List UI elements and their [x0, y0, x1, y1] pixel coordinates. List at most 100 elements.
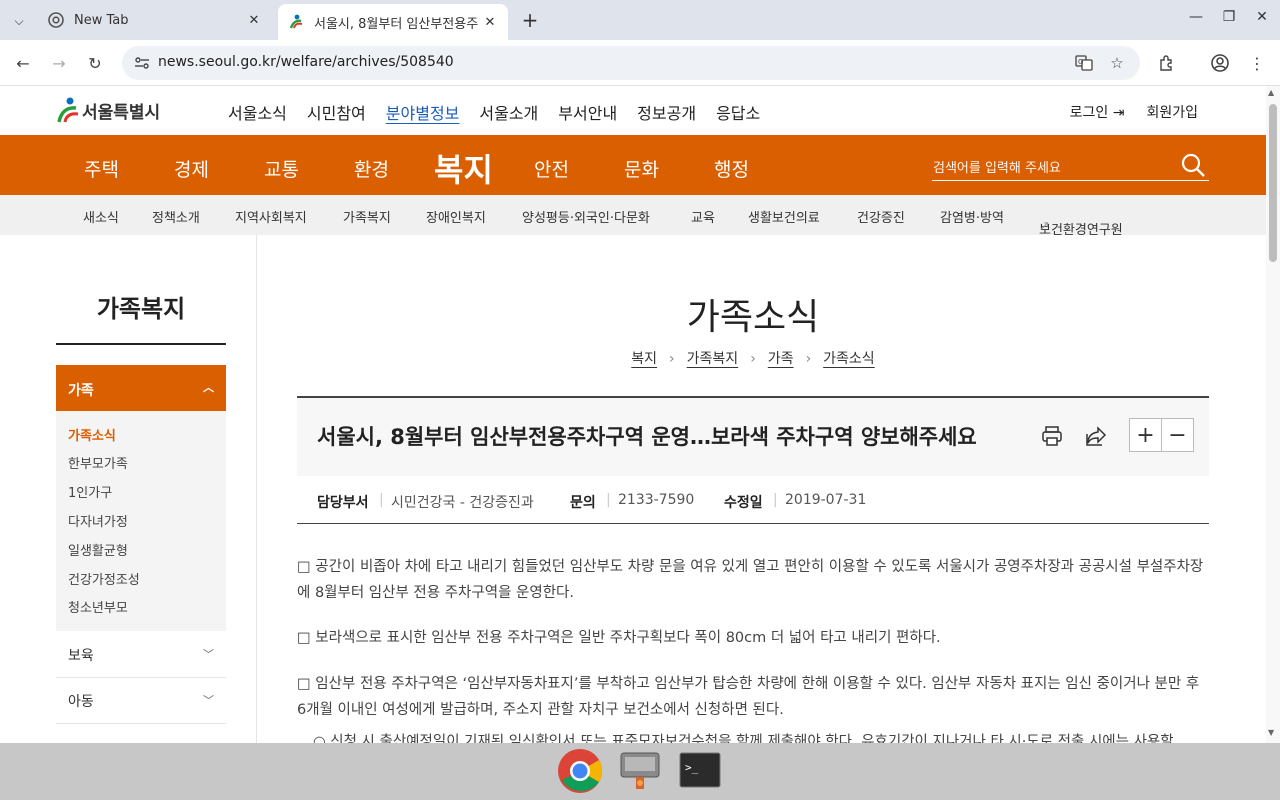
gnb-departments[interactable]: 부서안내 — [558, 100, 617, 124]
print-icon[interactable] — [1038, 422, 1066, 450]
address-bar[interactable]: news.seoul.go.kr/welfare/archives/508540… — [122, 46, 1140, 80]
close-icon[interactable]: ✕ — [246, 13, 262, 28]
site-info-icon[interactable] — [134, 55, 150, 71]
chevron-right-icon: › — [750, 351, 756, 367]
sidebar-item-healthy-family[interactable]: 건강가정조성 — [68, 569, 140, 588]
sidebar-item-work-life[interactable]: 일생활균형 — [68, 540, 128, 559]
close-icon[interactable]: ✕ — [482, 15, 498, 30]
breadcrumb-welfare[interactable]: 복지 — [631, 351, 657, 367]
cat-environment[interactable]: 환경 — [354, 155, 389, 182]
search-input[interactable]: 검색어를 입력해 주세요 — [933, 157, 1061, 176]
breadcrumb: 복지 › 가족복지 › 가족 › 가족소식 — [297, 348, 1209, 368]
browser-tabbar: ⌵ New Tab ✕ 서울시, 8월부터 임산부전용주 ✕ + — ❐ ✕ — [0, 0, 1280, 40]
contact-value: 2133-7590 — [618, 492, 695, 508]
chevron-down-icon: ﹀ — [203, 648, 214, 661]
gnb-citizen[interactable]: 시민참여 — [307, 100, 366, 124]
sidebar-group-label: 아동 — [68, 694, 94, 710]
file-manager-taskbar-icon[interactable] — [616, 747, 664, 795]
join-link[interactable]: 회원가입 — [1146, 102, 1198, 122]
minimize-icon[interactable]: — — [1184, 9, 1208, 31]
subnav-news[interactable]: 새소식 — [83, 207, 119, 226]
reload-icon[interactable]: ↻ — [82, 50, 108, 76]
tab-search-chevron-icon[interactable]: ⌵ — [8, 10, 30, 32]
kebab-menu-icon[interactable]: ⋮ — [1244, 50, 1270, 76]
gnb-about-seoul[interactable]: 서울소개 — [479, 100, 538, 124]
chrome-taskbar-icon[interactable] — [556, 747, 604, 795]
forward-arrow-icon[interactable]: → — [46, 50, 72, 76]
cat-safety[interactable]: 안전 — [534, 155, 569, 182]
subnav-equality[interactable]: 양성평등·외국인·다문화 — [522, 207, 650, 226]
cat-economy[interactable]: 경제 — [174, 155, 209, 182]
window-close-icon[interactable]: ✕ — [1250, 9, 1274, 31]
subnav-community[interactable]: 지역사회복지 — [235, 207, 307, 226]
cat-culture[interactable]: 문화 — [624, 155, 659, 182]
chevron-right-icon: › — [669, 351, 675, 367]
login-link[interactable]: 로그인 ⇥ — [1070, 102, 1125, 122]
sidebar-item-single-parent[interactable]: 한부모가족 — [68, 453, 128, 472]
seoul-logo[interactable]: 서울특별시 — [56, 96, 160, 124]
terminal-taskbar-icon[interactable]: >_ — [676, 747, 724, 795]
bookmark-star-icon[interactable]: ☆ — [1107, 53, 1127, 73]
sidebar-group-label: 가족 — [68, 383, 94, 399]
sidebar-item-family-news[interactable]: 가족소식 — [68, 425, 116, 444]
sidebar-item-single-household[interactable]: 1인가구 — [68, 482, 112, 501]
sidebar-group-childcare[interactable]: 보육 ﹀ — [56, 632, 226, 678]
login-label: 로그인 — [1069, 105, 1109, 121]
tab-article[interactable]: 서울시, 8월부터 임산부전용주 ✕ — [278, 4, 508, 40]
zoom-in-plus-icon[interactable]: + — [1130, 419, 1162, 451]
article-title: 서울시, 8월부터 임산부전용주차구역 운영…보라색 주차구역 양보해주세요 — [317, 425, 977, 449]
sidebar-submenu: 가족소식 한부모가족 1인가구 다자녀가정 일생활균형 건강가정조성 청소년부모 — [56, 411, 226, 631]
breadcrumb-family-welfare[interactable]: 가족복지 — [687, 351, 739, 367]
taskbar: >_ — [0, 743, 1280, 800]
subnav-health-promotion[interactable]: 건강증진 — [857, 207, 905, 226]
breadcrumb-family[interactable]: 가족 — [768, 351, 794, 367]
gnb-seoul-news[interactable]: 서울소식 — [228, 100, 287, 124]
profile-icon[interactable] — [1207, 50, 1233, 76]
contact-label: 문의 — [570, 495, 596, 511]
gnb-response[interactable]: 응답소 — [716, 100, 760, 124]
search-icon[interactable] — [1180, 152, 1206, 178]
sidebar-group-children[interactable]: 아동 ﹀ — [56, 678, 226, 724]
seoul-logo-icon — [57, 97, 79, 123]
subnav-health-medical[interactable]: 생활보건의료 — [748, 207, 820, 226]
extensions-icon[interactable] — [1154, 50, 1180, 76]
subnav-disability[interactable]: 장애인복지 — [426, 207, 486, 226]
article-meta: 담당부서 | 시민건강국 - 건강증진과 문의 | 2133-7590 수정일 … — [297, 476, 1209, 524]
gnb-open-info[interactable]: 정보공개 — [637, 100, 696, 124]
subnav-family[interactable]: 가족복지 — [343, 207, 391, 226]
sidebar-item-teen-parents[interactable]: 청소년부모 — [68, 597, 128, 616]
login-arrow-icon: ⇥ — [1112, 105, 1125, 121]
scroll-down-arrow-icon[interactable]: ▼ — [1268, 728, 1274, 737]
chrome-favicon-icon — [48, 12, 64, 28]
sidebar-title: 가족복지 — [96, 295, 186, 323]
restore-icon[interactable]: ❐ — [1217, 9, 1241, 31]
chevron-down-icon: ﹀ — [203, 694, 214, 707]
sidebar-group-family[interactable]: 가족 ︿ — [56, 365, 226, 411]
zoom-out-minus-icon[interactable]: − — [1162, 419, 1193, 451]
chevron-up-icon: ︿ — [203, 381, 214, 394]
article-paragraph: ○ 신청 시 출산예정일이 기재된 임신확인서 또는 표준모자보건수첩을 함께 … — [313, 734, 1174, 743]
sidebar-item-multi-child[interactable]: 다자녀가정 — [68, 511, 128, 530]
cat-welfare[interactable]: 복지 — [434, 145, 493, 191]
date-value: 2019-07-31 — [785, 492, 867, 508]
scroll-up-arrow-icon[interactable]: ▲ — [1268, 88, 1274, 97]
tab-title: 서울시, 8월부터 임산부전용주 — [314, 16, 479, 32]
subnav-research-label: 보건환경연구원 — [1039, 223, 1123, 238]
scrollbar-thumb[interactable] — [1269, 104, 1277, 262]
logo-text: 서울특별시 — [82, 102, 161, 123]
subnav-infection[interactable]: 감염병·방역 — [940, 207, 1004, 226]
meta-divider: | — [606, 492, 611, 508]
tab-new-tab[interactable]: New Tab ✕ — [38, 4, 272, 36]
translate-icon[interactable]: G — [1074, 53, 1094, 73]
tab-title: New Tab — [74, 12, 129, 28]
cat-housing[interactable]: 주택 — [84, 155, 119, 182]
subnav-policy[interactable]: 정책소개 — [152, 207, 200, 226]
back-arrow-icon[interactable]: ← — [10, 50, 36, 76]
share-icon[interactable] — [1082, 422, 1110, 450]
breadcrumb-family-news[interactable]: 가족소식 — [823, 351, 875, 367]
subnav-education[interactable]: 교육 — [691, 207, 715, 226]
new-tab-plus-icon[interactable]: + — [518, 9, 542, 33]
gnb-field-info[interactable]: 분야별정보 — [386, 100, 460, 124]
cat-traffic[interactable]: 교통 — [264, 155, 299, 182]
cat-admin[interactable]: 행정 — [714, 155, 749, 182]
